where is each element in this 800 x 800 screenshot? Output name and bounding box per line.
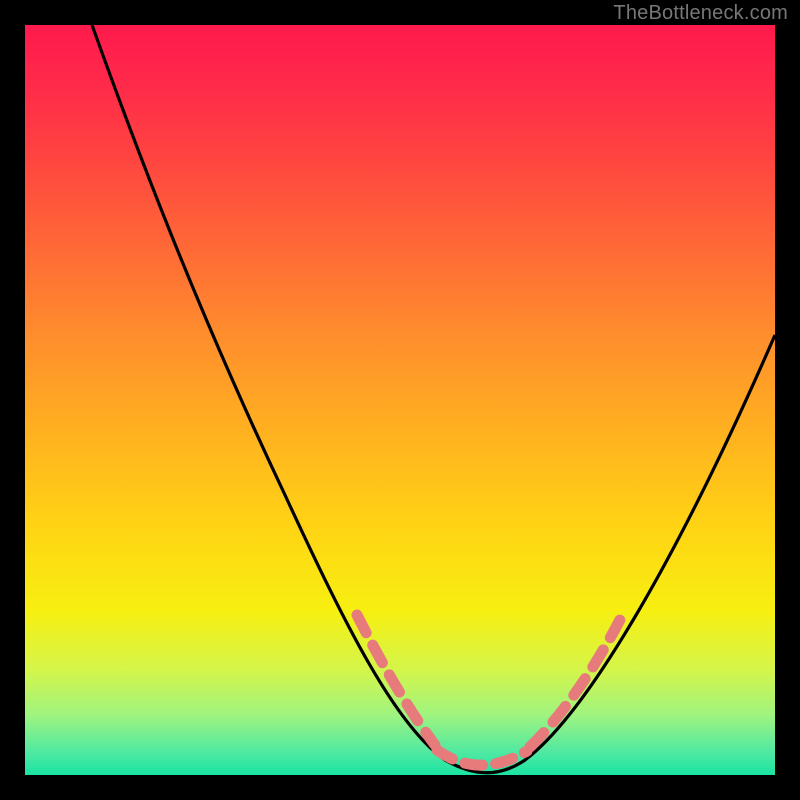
curve-path bbox=[92, 25, 775, 773]
highlight-left bbox=[357, 615, 435, 745]
highlight-floor bbox=[437, 750, 527, 765]
chart-frame: TheBottleneck.com bbox=[0, 0, 800, 800]
watermark-text: TheBottleneck.com bbox=[613, 2, 788, 25]
bottleneck-curve bbox=[25, 25, 775, 775]
highlight-right bbox=[530, 610, 625, 747]
chart-plot-area bbox=[25, 25, 775, 775]
